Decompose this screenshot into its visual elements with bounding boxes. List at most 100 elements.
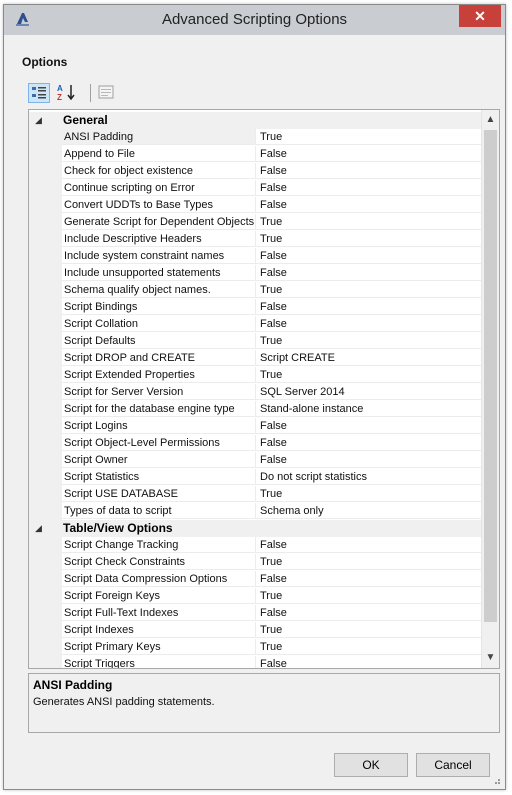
property-row[interactable]: Convert UDDTs to Base Types False — [29, 197, 481, 214]
property-name[interactable]: Script DROP and CREATE — [62, 350, 256, 366]
property-row[interactable]: Script Defaults True — [29, 333, 481, 350]
property-name[interactable]: Types of data to script — [62, 503, 256, 519]
property-value[interactable]: False — [256, 656, 481, 668]
property-name[interactable]: Script Check Constraints — [62, 554, 256, 570]
property-name[interactable]: Check for object existence — [62, 163, 256, 179]
property-name[interactable]: Include system constraint names — [62, 248, 256, 264]
property-row[interactable]: Script Check Constraints True — [29, 554, 481, 571]
property-row[interactable]: Script Data Compression Options False — [29, 571, 481, 588]
property-value[interactable]: True — [256, 333, 481, 349]
property-name[interactable]: Schema qualify object names. — [62, 282, 256, 298]
property-name[interactable]: Script Extended Properties — [62, 367, 256, 383]
property-value[interactable]: Script CREATE — [256, 350, 481, 366]
property-row[interactable]: Include system constraint names False — [29, 248, 481, 265]
property-row[interactable]: Script Indexes True — [29, 622, 481, 639]
property-value[interactable]: True — [256, 554, 481, 570]
property-value[interactable]: Do not script statistics — [256, 469, 481, 485]
property-row[interactable]: Script Bindings False — [29, 299, 481, 316]
property-name[interactable]: Script Data Compression Options — [62, 571, 256, 587]
property-row[interactable]: Include unsupported statements False — [29, 265, 481, 282]
property-row[interactable]: Continue scripting on Error False — [29, 180, 481, 197]
property-value[interactable]: True — [256, 231, 481, 247]
property-row[interactable]: Script Owner False — [29, 452, 481, 469]
property-row[interactable]: Script for the database engine type Stand… — [29, 401, 481, 418]
property-value[interactable]: False — [256, 605, 481, 621]
property-name[interactable]: Script Logins — [62, 418, 256, 434]
resize-grip-icon[interactable] — [491, 775, 501, 785]
property-value[interactable]: True — [256, 282, 481, 298]
property-name[interactable]: Script Collation — [62, 316, 256, 332]
property-row[interactable]: Script Triggers False — [29, 656, 481, 668]
property-value[interactable]: False — [256, 197, 481, 213]
property-value[interactable]: SQL Server 2014 — [256, 384, 481, 400]
property-value[interactable]: True — [256, 214, 481, 230]
property-name[interactable]: ANSI Padding — [62, 129, 256, 145]
property-value[interactable]: True — [256, 486, 481, 502]
property-row[interactable]: Script Foreign Keys True — [29, 588, 481, 605]
scroll-thumb[interactable] — [484, 130, 497, 622]
property-value[interactable]: False — [256, 316, 481, 332]
property-value[interactable]: False — [256, 418, 481, 434]
property-name[interactable]: Script Indexes — [62, 622, 256, 638]
category-row[interactable]: ◢ General — [29, 112, 481, 129]
categorized-button[interactable] — [28, 83, 50, 103]
property-name[interactable]: Script Bindings — [62, 299, 256, 315]
property-name[interactable]: Script Defaults — [62, 333, 256, 349]
property-value[interactable]: False — [256, 180, 481, 196]
property-name[interactable]: Script Object-Level Permissions — [62, 435, 256, 451]
property-row[interactable]: Script Change Tracking False — [29, 537, 481, 554]
alphabetical-button[interactable]: A Z — [56, 83, 78, 103]
property-value[interactable]: Schema only — [256, 503, 481, 519]
property-name[interactable]: Script Statistics — [62, 469, 256, 485]
property-value[interactable]: True — [256, 639, 481, 655]
property-pages-button[interactable] — [96, 83, 118, 103]
property-name[interactable]: Script Triggers — [62, 656, 256, 668]
property-value[interactable]: Stand-alone instance — [256, 401, 481, 417]
property-row[interactable]: Generate Script for Dependent Objects Tru… — [29, 214, 481, 231]
property-value[interactable]: False — [256, 163, 481, 179]
property-row[interactable]: Script Object-Level Permissions False — [29, 435, 481, 452]
property-value[interactable]: False — [256, 435, 481, 451]
property-value[interactable]: True — [256, 129, 481, 145]
property-row[interactable]: ANSI Padding True — [29, 129, 481, 146]
property-value[interactable]: False — [256, 452, 481, 468]
property-value[interactable]: False — [256, 571, 481, 587]
title-bar[interactable]: Advanced Scripting Options ✕ — [4, 5, 505, 35]
property-value[interactable]: False — [256, 248, 481, 264]
property-name[interactable]: Script Primary Keys — [62, 639, 256, 655]
property-name[interactable]: Script for the database engine type — [62, 401, 256, 417]
property-name[interactable]: Script for Server Version — [62, 384, 256, 400]
property-name[interactable]: Continue scripting on Error — [62, 180, 256, 196]
property-name[interactable]: Script USE DATABASE — [62, 486, 256, 502]
property-name[interactable]: Script Full-Text Indexes — [62, 605, 256, 621]
property-value[interactable]: False — [256, 299, 481, 315]
property-name[interactable]: Convert UDDTs to Base Types — [62, 197, 256, 213]
property-row[interactable]: Script Extended Properties True — [29, 367, 481, 384]
property-name[interactable]: Include unsupported statements — [62, 265, 256, 281]
property-row[interactable]: Check for object existence False — [29, 163, 481, 180]
scroll-down-button[interactable]: ▼ — [482, 650, 499, 666]
property-row[interactable]: Script for Server Version SQL Server 2014 — [29, 384, 481, 401]
property-row[interactable]: Include Descriptive Headers True — [29, 231, 481, 248]
property-row[interactable]: Script DROP and CREATE Script CREATE — [29, 350, 481, 367]
scroll-up-button[interactable]: ▲ — [482, 112, 499, 128]
property-name[interactable]: Script Foreign Keys — [62, 588, 256, 604]
property-name[interactable]: Append to File — [62, 146, 256, 162]
property-row[interactable]: Script Statistics Do not script statistic… — [29, 469, 481, 486]
property-row[interactable]: Script Full-Text Indexes False — [29, 605, 481, 622]
property-value[interactable]: False — [256, 146, 481, 162]
collapse-toggle-icon[interactable]: ◢ — [35, 520, 42, 537]
property-row[interactable]: Script Primary Keys True — [29, 639, 481, 656]
property-name[interactable]: Include Descriptive Headers — [62, 231, 256, 247]
property-name[interactable]: Generate Script for Dependent Objects — [62, 214, 256, 230]
property-row[interactable]: Script USE DATABASE True — [29, 486, 481, 503]
property-row[interactable]: Schema qualify object names. True — [29, 282, 481, 299]
property-name[interactable]: Script Owner — [62, 452, 256, 468]
cancel-button[interactable]: Cancel — [416, 753, 490, 777]
vertical-scrollbar[interactable]: ▲ ▼ — [481, 110, 499, 668]
property-value[interactable]: True — [256, 367, 481, 383]
property-value[interactable]: False — [256, 537, 481, 553]
property-row[interactable]: Script Collation False — [29, 316, 481, 333]
category-row[interactable]: ◢ Table/View Options — [29, 520, 481, 537]
property-name[interactable]: Script Change Tracking — [62, 537, 256, 553]
